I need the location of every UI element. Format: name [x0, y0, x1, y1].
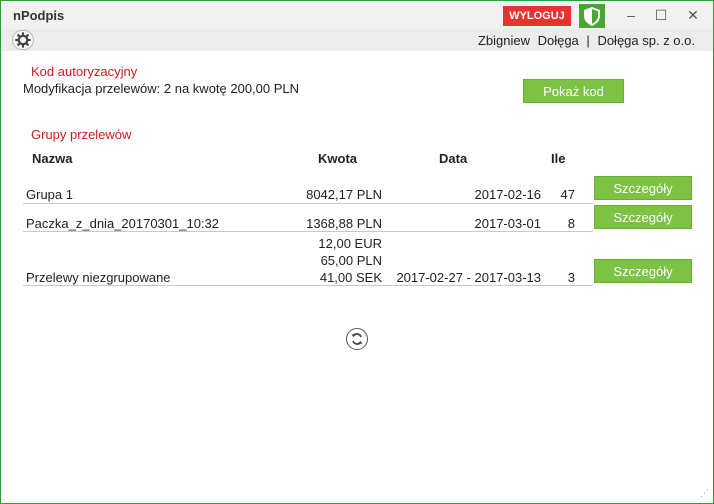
maximize-button[interactable]: ☐	[649, 5, 673, 25]
row-date: 2017-03-01	[474, 216, 542, 231]
row-count: 8	[567, 216, 575, 231]
company-name: Dołęga sp. z o.o.	[597, 33, 695, 48]
gear-icon[interactable]	[12, 30, 34, 50]
toolbar: Zbigniew Dołęga | Dołęga sp. z o.o.	[1, 29, 713, 51]
details-button[interactable]: Szczegóły	[594, 205, 692, 229]
details-button[interactable]: Szczegóły	[594, 176, 692, 200]
refresh-icon[interactable]	[346, 328, 368, 350]
row-amount: 12,00 EUR	[318, 236, 382, 251]
row-amount: 1368,88 PLN	[306, 216, 382, 231]
row-name: Przelewy niezgrupowane	[26, 270, 171, 285]
user-separator: |	[586, 33, 590, 48]
title-bar: nPodpis WYLOGUJ – ☐ ✕	[1, 1, 713, 29]
row-date: 2017-02-27 - 2017-03-13	[396, 270, 541, 285]
row-divider	[23, 231, 593, 232]
row-divider	[23, 203, 593, 204]
resize-grip-icon[interactable]: ⋰	[700, 488, 709, 499]
user-info: Zbigniew Dołęga | Dołęga sp. z o.o.	[474, 33, 695, 48]
groups-title: Grupy przelewów	[31, 127, 132, 142]
app-title: nPodpis	[13, 8, 65, 23]
auth-code-description: Modyfikacja przelewów: 2 na kwotę 200,00…	[23, 81, 300, 96]
shield-icon[interactable]	[579, 4, 605, 28]
logout-button[interactable]: WYLOGUJ	[503, 6, 571, 26]
column-header-count: Ile	[551, 151, 566, 166]
row-count: 3	[567, 270, 575, 285]
row-name: Paczka_z_dnia_20170301_10:32	[26, 216, 220, 231]
row-amount: 41,00 SEK	[319, 270, 382, 285]
minimize-button[interactable]: –	[619, 5, 643, 25]
details-button[interactable]: Szczegóły	[594, 259, 692, 283]
row-amount: 8042,17 PLN	[306, 187, 382, 202]
auth-code-title: Kod autoryzacyjny	[31, 64, 138, 79]
row-divider	[23, 285, 593, 286]
row-date: 2017-02-16	[474, 187, 542, 202]
column-header-name: Nazwa	[32, 151, 73, 166]
app-window: nPodpis WYLOGUJ – ☐ ✕ Zbigniew Dołęga | …	[0, 0, 714, 504]
show-code-button[interactable]: Pokaż kod	[523, 79, 624, 103]
row-count: 47	[560, 187, 575, 202]
row-name: Grupa 1	[26, 187, 73, 202]
close-button[interactable]: ✕	[681, 5, 705, 25]
user-first-name: Zbigniew	[477, 33, 530, 48]
column-header-amount: Kwota	[318, 151, 357, 166]
user-last-name: Dołęga	[537, 33, 579, 48]
row-amount: 65,00 PLN	[320, 253, 382, 268]
column-header-date: Data	[439, 151, 468, 166]
